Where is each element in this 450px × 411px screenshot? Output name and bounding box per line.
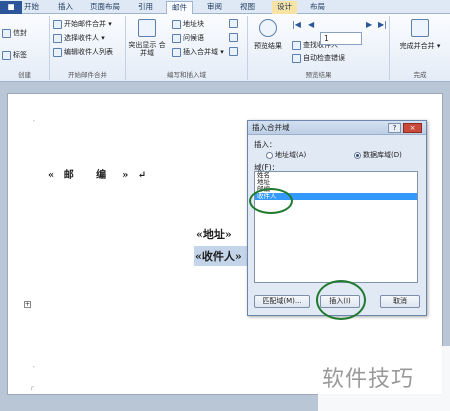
rules-button[interactable]: [229, 19, 238, 28]
group-preview: 预览结果 |◀ ◀ ▶ ▶| 查找收件人 自动检查错误 预览结果: [248, 16, 390, 80]
last-record-icon[interactable]: ▶|: [378, 20, 387, 29]
magnifier-icon: [259, 19, 277, 37]
margin-mark: ,: [33, 116, 35, 123]
highlight-icon: [138, 19, 156, 37]
tab-layout[interactable]: 布局: [310, 1, 325, 14]
tab-references[interactable]: 引用: [138, 1, 153, 14]
update-labels-icon: [229, 47, 238, 56]
labels-button[interactable]: 标签: [2, 50, 27, 60]
group-create: 信封 标签 创建: [0, 16, 50, 80]
mail-merge-icon: [53, 19, 62, 29]
ribbon: 信封 标签 创建 开始邮件合并 ▾ 选择收件人 ▾ 编辑收件人列表 开始邮件合并…: [0, 14, 450, 82]
select-recipients-button[interactable]: 选择收件人 ▾: [53, 33, 105, 43]
list-item[interactable]: 姓名: [255, 172, 417, 179]
next-record-icon[interactable]: ▶: [366, 20, 372, 29]
greeting-line-button[interactable]: 问候语: [172, 33, 204, 43]
address-block-button[interactable]: 地址块: [172, 19, 204, 29]
tab-home[interactable]: 开始: [24, 1, 39, 14]
tab-page-layout[interactable]: 页面布局: [90, 1, 120, 14]
start-mail-merge-button[interactable]: 开始邮件合并 ▾: [53, 19, 112, 29]
update-labels-button[interactable]: [229, 47, 238, 56]
tab-mailings[interactable]: 邮件: [166, 1, 193, 14]
label-icon: [2, 50, 11, 60]
annotation-ring-field: [249, 188, 293, 214]
previous-record-icon[interactable]: ◀: [308, 20, 314, 29]
address-block-label: 地址块: [183, 20, 204, 28]
insert-merge-field-label: 插入合并域 ▾: [183, 48, 224, 56]
address-fields-label: 地址域(A): [275, 151, 307, 159]
address-fields-radio[interactable]: 地址域(A): [266, 150, 306, 160]
check-errors-icon: [292, 53, 301, 63]
database-fields-label: 数据库域(D): [363, 151, 402, 159]
preview-results-button[interactable]: 预览结果: [251, 19, 285, 51]
group-label-write-insert: 编写和插入域: [167, 71, 206, 79]
labels-label: 标签: [13, 51, 27, 59]
group-label-start-merge: 开始邮件合并: [68, 71, 107, 79]
finish-merge-button[interactable]: 完成并合并 ▾: [396, 19, 444, 51]
insert-merge-field-button[interactable]: 插入合并域 ▾: [172, 47, 224, 57]
select-recipients-label: 选择收件人 ▾: [64, 34, 105, 42]
start-mail-merge-label: 开始邮件合并 ▾: [64, 20, 112, 28]
tab-insert[interactable]: 插入: [58, 1, 73, 14]
tab-view[interactable]: 视图: [240, 1, 255, 14]
envelopes-label: 信封: [13, 29, 27, 37]
edit-recipient-list-label: 编辑收件人列表: [64, 48, 113, 56]
envelope-icon: [2, 28, 11, 38]
address-block-icon: [172, 19, 181, 29]
greeting-line-label: 问候语: [183, 34, 204, 42]
record-number-input[interactable]: 1: [320, 32, 362, 45]
radio-on-icon: [354, 151, 361, 159]
margin-mark: ┌: [30, 384, 34, 391]
recipients-icon: [53, 33, 62, 43]
ribbon-tabs: ■ 开始 插入 页面布局 引用 邮件 审阅 视图 设计 布局: [0, 0, 450, 14]
match-fields-small-button[interactable]: [229, 33, 238, 42]
envelopes-button[interactable]: 信封: [2, 28, 27, 38]
close-icon[interactable]: ×: [403, 123, 422, 133]
help-icon[interactable]: ?: [388, 123, 401, 133]
database-fields-radio[interactable]: 数据库域(D): [354, 150, 402, 160]
margin-mark: ,: [33, 362, 35, 369]
group-label-create: 创建: [18, 71, 31, 79]
group-start-merge: 开始邮件合并 ▾ 选择收件人 ▾ 编辑收件人列表 开始邮件合并: [50, 16, 126, 80]
match-fields-icon: [229, 33, 238, 42]
fields-list[interactable]: 姓名 地址 邮编 收件人: [254, 171, 418, 283]
radio-off-icon: [266, 151, 273, 159]
list-item[interactable]: 地址: [255, 179, 417, 186]
highlight-merge-fields-button[interactable]: 突出显示 合并域: [128, 19, 166, 57]
watermark: 软件技巧: [322, 367, 415, 392]
greeting-icon: [172, 33, 181, 43]
file-tab[interactable]: ■: [0, 1, 22, 14]
edit-list-icon: [53, 47, 62, 57]
match-fields-button[interactable]: 匹配域(M)...: [254, 295, 310, 308]
tab-design[interactable]: 设计: [272, 1, 297, 14]
annotation-ring-insert: [316, 280, 366, 320]
recipient-merge-field[interactable]: «收件人»: [194, 246, 248, 266]
find-recipient-icon: [292, 40, 301, 50]
edit-recipient-list-button[interactable]: 编辑收件人列表: [53, 47, 113, 57]
first-record-icon[interactable]: |◀: [292, 20, 301, 29]
table-anchor-icon[interactable]: +: [24, 301, 31, 308]
zip-code-field[interactable]: « 邮 编 » ↵: [48, 166, 149, 181]
address-merge-field[interactable]: «地址»: [196, 226, 232, 242]
group-finish: 完成并合并 ▾ 完成: [390, 16, 450, 80]
group-write-insert: 突出显示 合并域 地址块 问候语 插入合并域 ▾ 编写和插入域: [126, 16, 248, 80]
group-label-finish: 完成: [413, 71, 427, 79]
finish-merge-label: 完成并合并 ▾: [399, 42, 441, 50]
preview-results-label: 预览结果: [254, 42, 282, 50]
auto-check-errors-label: 自动检查错误: [303, 54, 345, 62]
auto-check-errors-button[interactable]: 自动检查错误: [292, 53, 345, 63]
cancel-button[interactable]: 取消: [380, 295, 420, 308]
insert-field-icon: [172, 47, 181, 57]
group-label-preview: 预览结果: [305, 71, 332, 79]
insert-label: 插入：: [254, 140, 277, 149]
rules-icon: [229, 19, 238, 28]
tab-review[interactable]: 审阅: [207, 1, 222, 14]
highlight-merge-fields-label: 突出显示 合并域: [128, 41, 166, 57]
finish-merge-icon: [411, 19, 429, 37]
